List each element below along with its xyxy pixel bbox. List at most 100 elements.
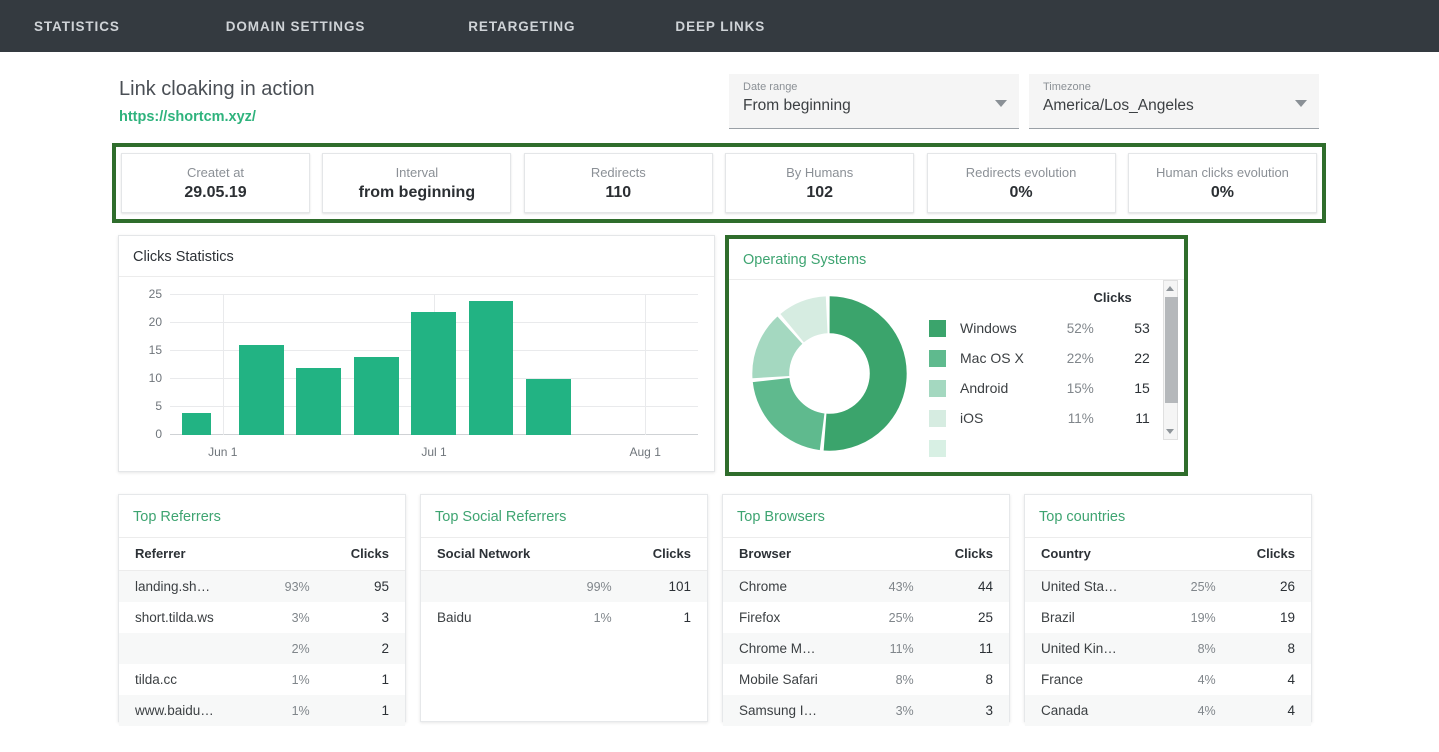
cell-clicks: 25 <box>977 610 993 625</box>
legend-color-swatch <box>929 379 946 397</box>
table-row[interactable]: short.tilda.ws 3% 3 <box>119 602 405 633</box>
cell-name: Brazil <box>1041 610 1075 625</box>
card-value: 0% <box>1210 183 1235 201</box>
card-label: Human clicks evolution <box>1155 164 1289 180</box>
table-header-row: Country Clicks <box>1025 537 1311 571</box>
table-panel-4: Top countries Country Clicks United States 2… <box>1024 494 1312 726</box>
summary-cards-highlight: Createt at 29.05.19 Interval from beginn… <box>112 143 1326 223</box>
cell-name: Firefox <box>739 610 781 625</box>
table-row[interactable]: landing.short.cm93%95 <box>119 570 405 602</box>
os-legend-row: iOS 11% 11 <box>929 403 1150 433</box>
table-row[interactable]: tilda.cc 1% 1 <box>119 664 405 695</box>
cell-clicks: 101 <box>611 570 707 602</box>
bar-chart-plot: 0 5 10 15 20 25 Jun 1 Jul 1 Aug 1 <box>149 287 698 459</box>
cell-name: United States <box>1025 570 1121 602</box>
operating-systems-panel: Operating Systems Clicks Windows 52% 53 Mac… <box>729 239 1184 472</box>
table-row[interactable]: Firefox 25% 25 <box>723 602 1009 633</box>
table-row[interactable]: Samsung Internet3%3 <box>723 695 1009 726</box>
timezone-label: Timezone <box>1043 81 1091 93</box>
y-axis-tick-label: 20 <box>148 315 162 329</box>
legend-os-name: Android <box>960 380 1009 396</box>
top-navbar: STATISTICS DOMAIN SETTINGS RETARGETING D… <box>0 0 1439 52</box>
table-row[interactable]: Canada 4% 4 <box>1025 695 1311 726</box>
card-label: Interval <box>395 164 439 180</box>
y-axis-tick-label: 0 <box>155 427 162 441</box>
chevron-down-icon <box>995 100 1007 107</box>
operating-systems-highlight: Operating Systems Clicks Windows 52% 53 Mac… <box>725 235 1188 476</box>
nav-item-deep-links[interactable]: DEEP LINKS <box>675 19 765 34</box>
legend-os-name: Windows <box>960 320 1017 336</box>
os-legend-row: Mac OS X 22% 22 <box>929 343 1150 373</box>
os-donut-chart <box>751 296 907 451</box>
chart-bar[interactable] <box>181 412 212 435</box>
scroll-up-icon[interactable] <box>1164 281 1177 296</box>
column-header-clicks: Clicks <box>309 537 405 571</box>
table-row[interactable]: 2% 2 <box>119 633 405 664</box>
cell-clicks: 2 <box>309 633 405 664</box>
short-link[interactable]: https://shortcm.xyz/ <box>119 109 256 125</box>
table-row[interactable]: Brazil 19% 19 <box>1025 602 1311 633</box>
summary-card-redirects: Redirects 110 <box>523 153 713 213</box>
scroll-down-icon[interactable] <box>1164 424 1177 439</box>
legend-os-name: Mac OS X <box>960 350 1024 366</box>
chart-bar[interactable] <box>239 345 284 435</box>
chart-bar[interactable] <box>468 300 514 435</box>
cell-name <box>421 570 517 602</box>
cell-percent: 4% <box>1120 695 1216 726</box>
clicks-bar-chart: 0 5 10 15 20 25 Jun 1 Jul 1 Aug 1 <box>125 283 706 473</box>
card-value: 102 <box>806 183 834 201</box>
nav-item-statistics[interactable]: STATISTICS <box>34 19 120 34</box>
date-range-select[interactable]: Date range From beginning <box>729 74 1019 129</box>
cell-clicks: 1 <box>381 672 389 687</box>
summary-card-interval: Interval from beginning <box>322 153 512 213</box>
cell-percent: 19% <box>1190 610 1216 625</box>
column-header-clicks: Clicks <box>913 537 1009 571</box>
scrollbar-thumb[interactable] <box>1164 297 1178 403</box>
chart-bar[interactable] <box>525 379 571 435</box>
card-value: from beginning <box>358 183 476 201</box>
os-legend: Clicks Windows 52% 53 Mac OS X 22% 22 Android 1… <box>929 290 1184 462</box>
cell-name: Samsung Internet <box>723 695 819 726</box>
nav-item-domain-settings[interactable]: DOMAIN SETTINGS <box>226 19 366 34</box>
donut-segment[interactable] <box>751 296 907 451</box>
table-row[interactable]: France 4% 4 <box>1025 664 1311 695</box>
table-row[interactable]: Chrome 43% 44 <box>723 570 1009 602</box>
tables-row: Top Referrers Referrer Clicks landing.short… <box>118 494 1326 726</box>
chart-vertical-gridline: Aug 1 <box>630 295 661 459</box>
y-axis-tick-label: 25 <box>148 287 162 301</box>
chart-bar[interactable] <box>353 356 399 435</box>
cell-name: landing.short.cm <box>119 570 215 602</box>
cell-clicks: 3 <box>381 610 389 625</box>
os-legend-scrollbar[interactable] <box>1162 280 1178 440</box>
x-axis-tick-label: Jun 1 <box>208 445 238 459</box>
table-row[interactable]: www.baidu.com1%1 <box>119 695 405 726</box>
cell-name: United Kingdom <box>1025 633 1121 664</box>
data-table: Country Clicks United States 25% 26 Brazil 19%… <box>1025 537 1311 726</box>
cell-percent: 8% <box>895 672 914 687</box>
donut-chart-wrap <box>729 290 929 451</box>
table-row[interactable]: United States 25% 26 <box>1025 570 1311 602</box>
table-panel-3: Top Browsers Browser Clicks Chrome 43% 44 Fire… <box>722 494 1010 726</box>
chart-bar[interactable] <box>411 311 456 435</box>
legend-color-swatch <box>929 349 946 367</box>
cell-name <box>119 633 215 664</box>
summary-card-by-humans: By Humans 102 <box>725 153 915 213</box>
table-row[interactable]: 99% 101 <box>421 570 707 602</box>
summary-cards-row: Createt at 29.05.19 Interval from beginn… <box>116 153 1322 213</box>
legend-clicks: 22 <box>1134 350 1150 366</box>
cell-percent: 3% <box>818 695 914 726</box>
table-title: Top Referrers <box>133 509 221 525</box>
operating-systems-body: Clicks Windows 52% 53 Mac OS X 22% 22 Android 1… <box>729 280 1184 472</box>
table-row[interactable]: Baidu 1% 1 <box>421 602 707 633</box>
timezone-select[interactable]: Timezone America/Los_Angeles <box>1029 74 1319 129</box>
nav-item-retargeting[interactable]: RETARGETING <box>468 19 575 34</box>
chart-bar[interactable] <box>296 367 342 435</box>
summary-card-created-at: Createt at 29.05.19 <box>121 153 310 213</box>
cell-percent: 4% <box>1197 672 1216 687</box>
column-header-name: Country <box>1025 537 1216 571</box>
table-row[interactable]: United Kingdom8%8 <box>1025 633 1311 664</box>
table-row[interactable]: Mobile Safari 8% 8 <box>723 664 1009 695</box>
cell-clicks: 44 <box>913 570 1009 602</box>
table-row[interactable]: Chrome Mobile11%11 <box>723 633 1009 664</box>
os-legend-row: Android 15% 15 <box>929 373 1150 403</box>
